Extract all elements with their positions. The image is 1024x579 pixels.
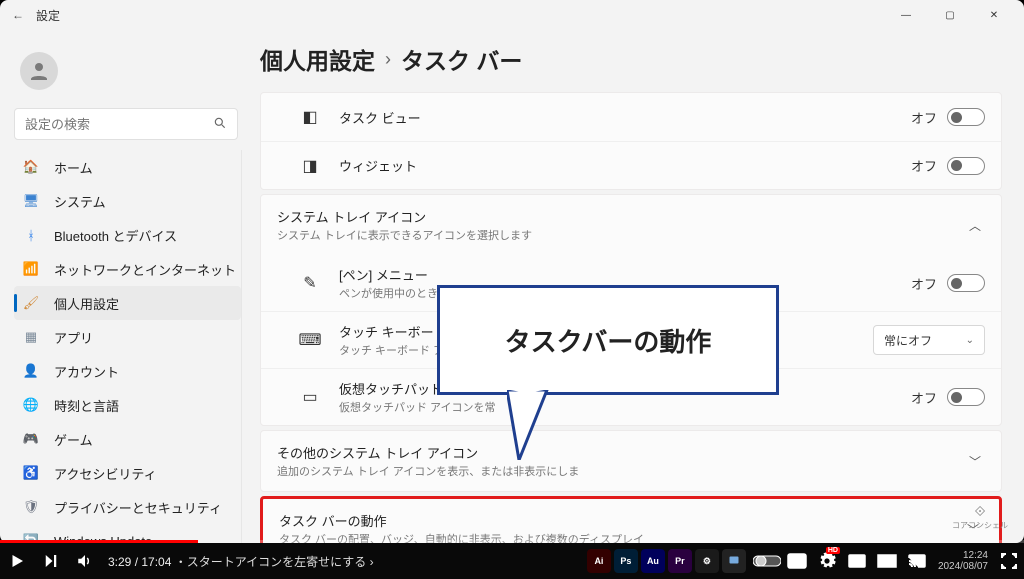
sidebar-item-3[interactable]: 📶 ネットワークとインターネット (14, 252, 241, 286)
volume-button[interactable] (68, 543, 102, 579)
dropdown[interactable]: 常にオフ⌄ (873, 325, 985, 355)
nav-icon: 👤 (22, 362, 40, 380)
nav-icon: 🌐 (22, 396, 40, 414)
search-input[interactable] (14, 108, 238, 140)
sidebar-item-4[interactable]: 🖌 個人用設定 (14, 286, 241, 320)
sidebar-item-8[interactable]: 🎮 ゲーム (14, 422, 241, 456)
breadcrumb: 個人用設定 › タスク バー (260, 42, 1002, 76)
sidebar-item-label: ゲーム (54, 430, 93, 449)
sidebar-item-2[interactable]: ᚼ Bluetooth とデバイス (14, 218, 241, 252)
sidebar-item-label: アクセシビリティ (54, 464, 157, 483)
nav-icon: ᚼ (22, 226, 40, 244)
sidebar-item-9[interactable]: ♿ アクセシビリティ (14, 456, 241, 490)
nav-icon: 📶 (22, 260, 40, 278)
sidebar-item-label: アカウント (54, 362, 119, 381)
sidebar-item-1[interactable]: 🖥 システム (14, 184, 241, 218)
sidebar-item-label: 個人用設定 (54, 294, 119, 313)
theater-button[interactable] (872, 543, 902, 579)
row-icon: ⌨ (299, 330, 321, 350)
miniplayer-button[interactable] (842, 543, 872, 579)
nav-icon: ♿ (22, 464, 40, 482)
taskbar-app-icons: Ai Ps Au Pr ⚙ (587, 549, 746, 573)
cast-button[interactable] (902, 543, 932, 579)
captions-button[interactable] (782, 543, 812, 579)
sidebar-item-6[interactable]: 👤 アカウント (14, 354, 241, 388)
settings-button[interactable]: HD (812, 543, 842, 579)
core-console-label: ⟐ コアコンシェル (952, 503, 1008, 531)
play-button[interactable] (0, 543, 34, 579)
nav-icon: 🏠 (22, 158, 40, 176)
taskbar-behavior-row[interactable]: タスク バーの動作 タスク バーの配置、バッジ、自動的に非表示、および複数のディ… (260, 496, 1002, 543)
sidebar-item-label: Bluetooth とデバイス (54, 226, 177, 245)
toggle-switch[interactable] (947, 157, 985, 175)
breadcrumb-current: タスク バー (401, 42, 522, 76)
nav-icon: 🖌 (22, 294, 40, 312)
search-icon (213, 116, 227, 133)
sidebar-item-7[interactable]: 🌐 時刻と言語 (14, 388, 241, 422)
sidebar-item-10[interactable]: 🛡 プライバシーとセキュリティ (14, 490, 241, 524)
profile[interactable] (14, 40, 242, 102)
nav-icon: 🎮 (22, 430, 40, 448)
chevron-up-icon: ︿ (965, 217, 985, 234)
row-icon: ▭ (299, 387, 321, 407)
avatar (20, 52, 58, 90)
nav-icon: ▦ (22, 328, 40, 346)
system-clock: 12:24 2024/08/07 (932, 550, 994, 572)
row-icon: ◨ (299, 156, 321, 176)
time-display: 3:29 / 17:04 ・スタートアイコンを左寄せにする › (102, 553, 380, 570)
fullscreen-button[interactable] (994, 543, 1024, 579)
toggle-switch[interactable] (947, 108, 985, 126)
sidebar-item-label: システム (54, 192, 106, 211)
nav-icon: 🖥 (22, 192, 40, 210)
maximize-button[interactable]: ▢ (928, 0, 972, 30)
row-icon: ✎ (299, 273, 321, 293)
sidebar-item-0[interactable]: 🏠 ホーム (14, 150, 241, 184)
toggle-row-1: ◨ ウィジェット オフ (261, 141, 1001, 189)
annotation-callout: タスクバーの動作 (437, 285, 779, 395)
other-tray-header[interactable]: その他のシステム トレイ アイコン 追加のシステム トレイ アイコンを表示、また… (261, 431, 1001, 491)
row-icon: ◧ (299, 107, 321, 127)
nav-icon: 🛡 (22, 498, 40, 516)
sidebar-item-label: 時刻と言語 (54, 396, 119, 415)
sidebar-item-5[interactable]: ▦ アプリ (14, 320, 241, 354)
toggle-switch[interactable] (947, 388, 985, 406)
toggle-switch[interactable] (947, 274, 985, 292)
sidebar-item-label: プライバシーとセキュリティ (54, 498, 222, 517)
sidebar-item-label: ホーム (54, 158, 93, 177)
back-button[interactable]: ← (8, 8, 28, 22)
systray-header[interactable]: システム トレイ アイコン システム トレイに表示できるアイコンを選択します ︿ (261, 195, 1001, 255)
next-button[interactable] (34, 543, 68, 579)
sidebar-item-label: ネットワークとインターネット (54, 260, 236, 279)
autoplay-toggle[interactable] (752, 543, 782, 579)
close-button[interactable]: ✕ (972, 0, 1016, 30)
minimize-button[interactable]: ― (884, 0, 928, 30)
toggle-row-0: ◧ タスク ビュー オフ (261, 93, 1001, 141)
chevron-down-icon: ﹀ (965, 453, 985, 470)
breadcrumb-parent[interactable]: 個人用設定 (260, 42, 375, 76)
sidebar-item-label: アプリ (54, 328, 93, 347)
window-title: 設定 (36, 7, 60, 24)
